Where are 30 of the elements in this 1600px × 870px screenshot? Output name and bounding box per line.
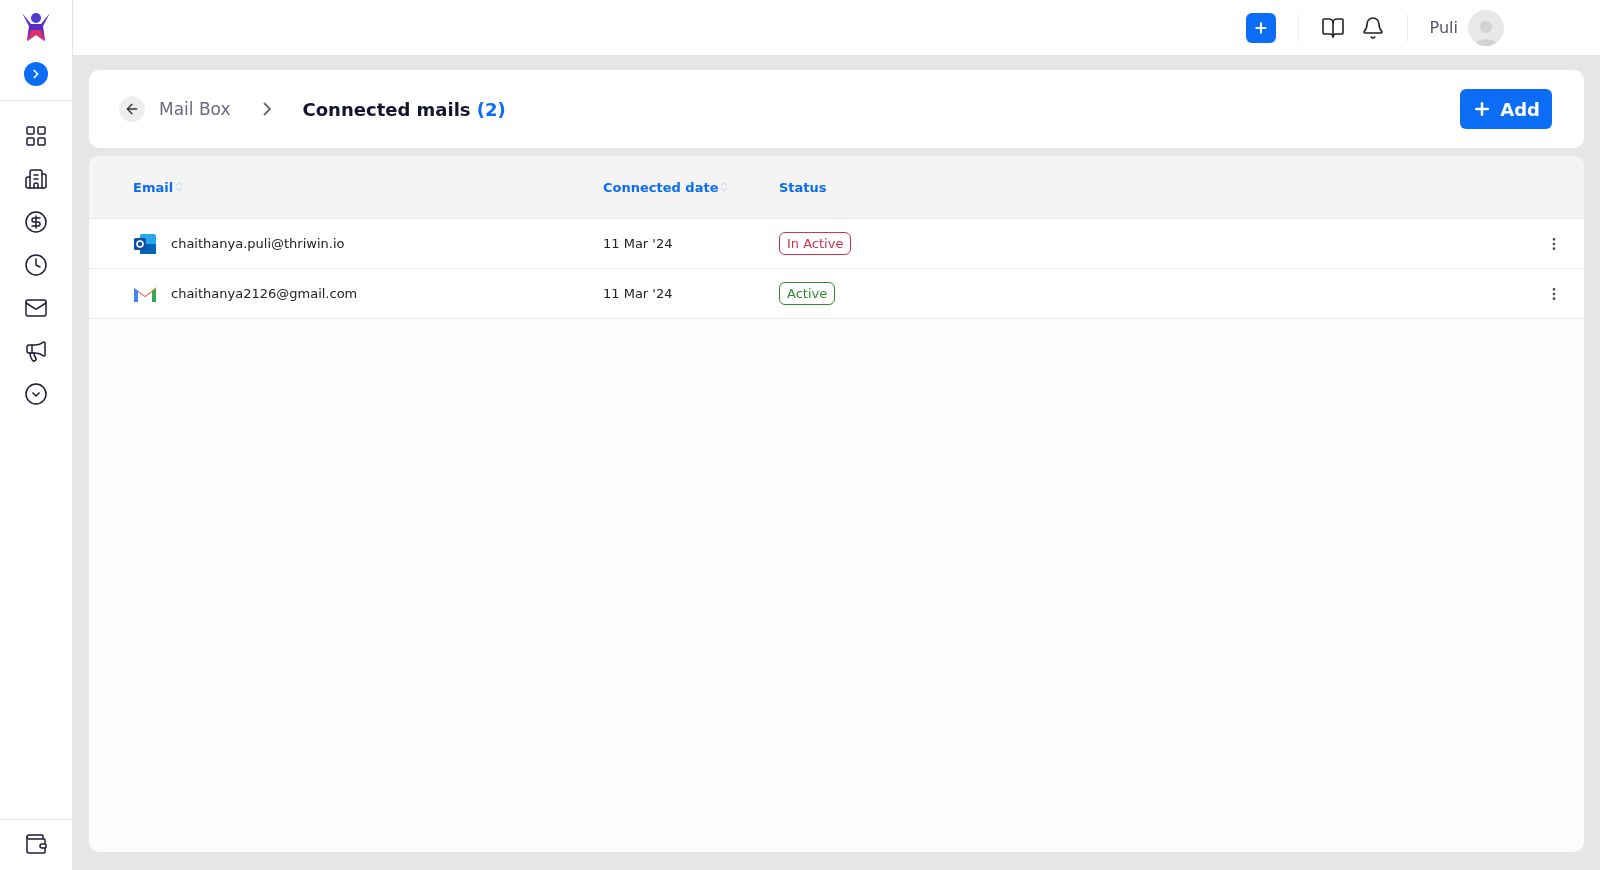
date-cell: 11 Mar '24	[603, 236, 673, 251]
email-cell: chaithanya2126@gmail.com	[171, 286, 358, 301]
create-button[interactable]	[1245, 12, 1276, 43]
clock-list-icon[interactable]	[24, 253, 48, 277]
mail-app-icon	[133, 284, 157, 303]
column-header: Status	[779, 179, 827, 195]
column-header[interactable]: Connected date	[603, 179, 719, 195]
status-badge: In Active	[779, 232, 852, 255]
back-button[interactable]	[119, 96, 145, 122]
status-badge: Active	[779, 282, 836, 305]
add-button[interactable]: Add	[1460, 89, 1552, 129]
building-icon[interactable]	[24, 167, 48, 191]
page-title: Connected mails (2)	[302, 98, 507, 120]
bell-icon[interactable]	[1360, 15, 1385, 40]
book-icon[interactable]	[1320, 15, 1345, 40]
chevron-circle-icon[interactable]	[24, 382, 48, 406]
megaphone-icon[interactable]	[24, 339, 48, 363]
email-cell: chaithanya.puli@thriwin.io	[171, 236, 345, 251]
expand-button[interactable]	[24, 62, 48, 86]
mail-app-icon	[133, 232, 157, 255]
breadcrumb-link[interactable]: Mail Box	[159, 99, 231, 119]
column-header[interactable]: Email	[133, 179, 174, 195]
user-name: Puli	[1429, 18, 1458, 37]
dashboard-icon[interactable]	[24, 124, 48, 148]
chevron-right-icon	[262, 102, 271, 116]
dollar-icon[interactable]	[24, 210, 48, 234]
wallet-icon[interactable]	[24, 832, 48, 856]
plus-icon	[1252, 19, 1269, 36]
date-cell: 11 Mar '24	[603, 286, 673, 301]
mail-icon[interactable]	[24, 296, 48, 320]
